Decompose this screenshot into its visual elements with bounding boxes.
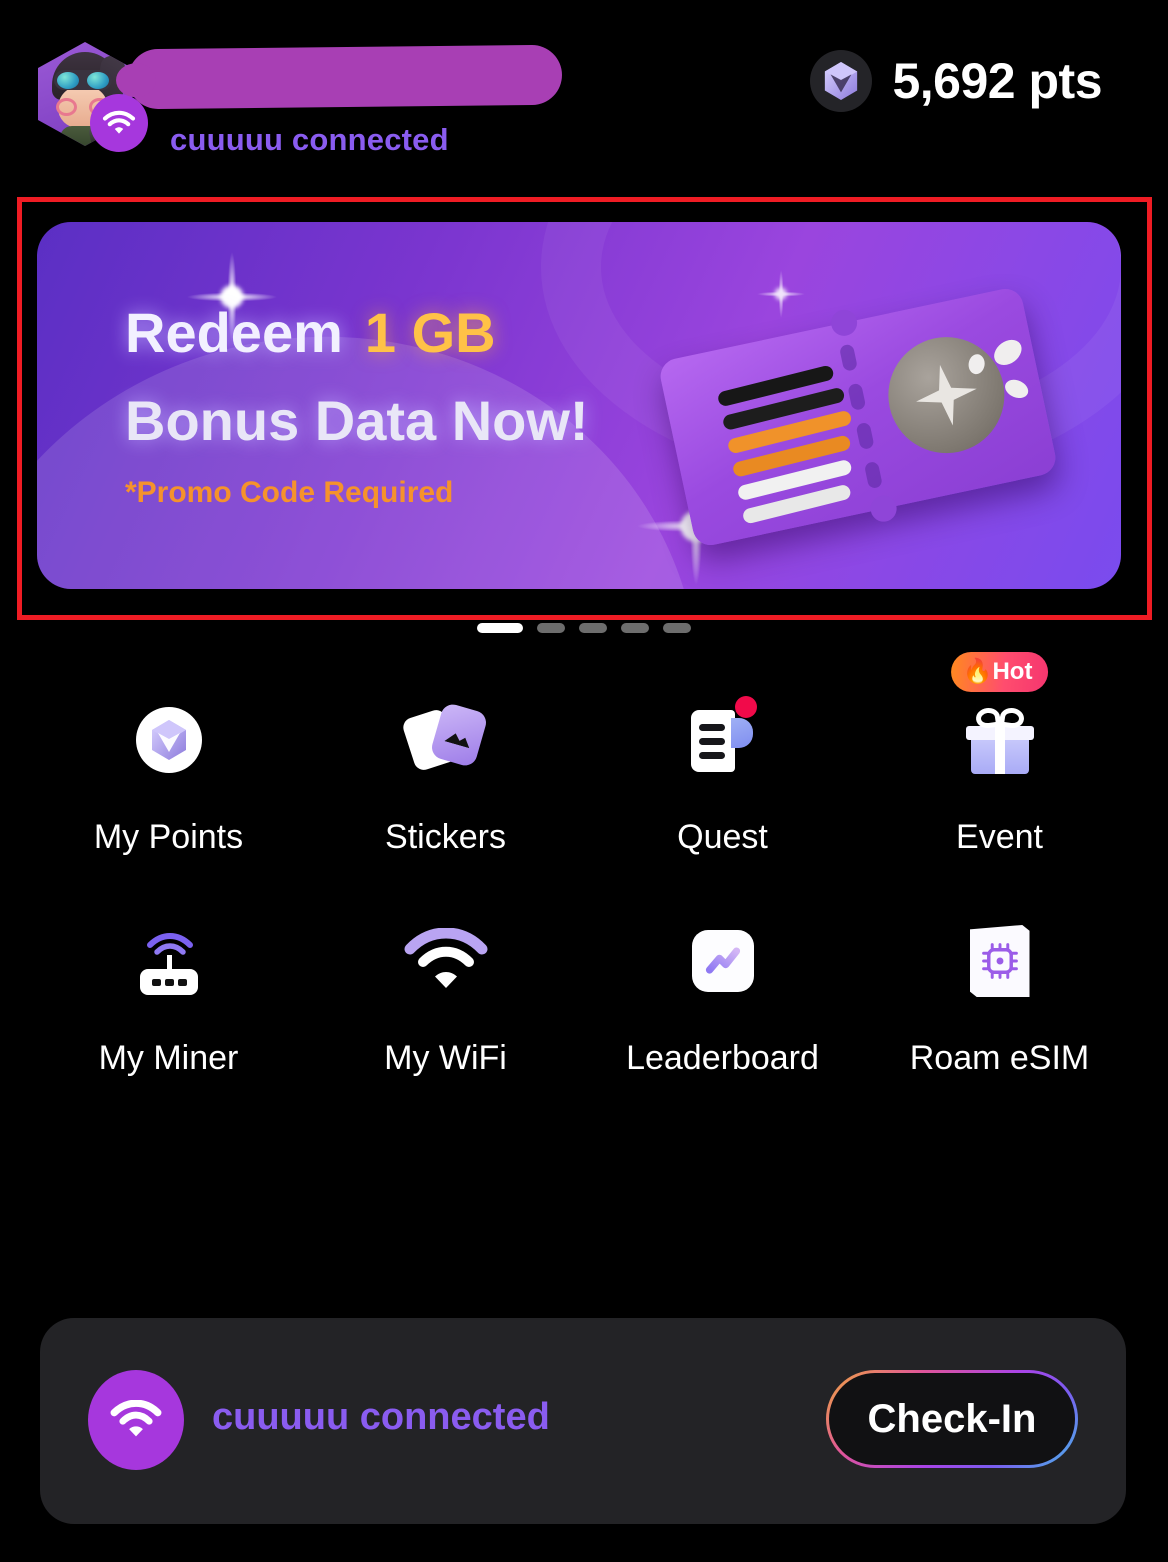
grid-item-label: My Miner <box>98 1039 239 1077</box>
banner-title-prefix: Redeem <box>125 301 343 364</box>
check-in-button[interactable]: Check-In <box>826 1370 1078 1468</box>
grid-item-label: My Points <box>93 818 244 856</box>
carousel-dots[interactable] <box>0 623 1168 633</box>
grid-item-event[interactable]: 🔥Hot Event <box>861 652 1138 857</box>
carousel-dot-2[interactable] <box>537 623 565 633</box>
grid-item-stickers[interactable]: Stickers <box>307 690 584 857</box>
username-redaction <box>127 44 563 110</box>
wifi-icon <box>88 1370 184 1470</box>
points-display[interactable]: 5,692 pts <box>810 50 1102 112</box>
connection-status-text: cuuuuu connected <box>212 1396 550 1438</box>
banner-title-highlight: 1 GB <box>364 301 496 364</box>
points-value: 5,692 pts <box>892 53 1102 109</box>
grid-item-leaderboard[interactable]: Leaderboard <box>584 911 861 1078</box>
grid-item-label: Roam eSIM <box>909 1039 1090 1077</box>
grid-item-label: Leaderboard <box>626 1039 819 1077</box>
check-in-button-label: Check-In <box>829 1373 1075 1465</box>
grid-item-label: Stickers <box>385 818 506 856</box>
grid-item-my-wifi[interactable]: My WiFi <box>307 911 584 1078</box>
feature-grid: My Points Stickers Quest 🔥Hot Event My M… <box>30 652 1138 1078</box>
carousel-dot-4[interactable] <box>621 623 649 633</box>
wifi-icon <box>404 927 488 994</box>
header-status-text: cuuuuu connected <box>170 122 449 157</box>
header: cuuuuu connected 5,692 pts <box>0 0 1168 190</box>
carousel-dot-5[interactable] <box>663 623 691 633</box>
grid-item-label: My WiFi <box>384 1039 507 1077</box>
grid-item-label: Quest <box>677 818 768 856</box>
trend-chart-icon <box>691 930 754 992</box>
sticker-cards-icon <box>400 701 489 777</box>
connection-bar: cuuuuu connected Check-In <box>40 1318 1126 1524</box>
grid-item-quest[interactable]: Quest <box>584 690 861 857</box>
grid-item-my-miner[interactable]: My Miner <box>30 911 307 1078</box>
sparkle-icon <box>757 270 805 318</box>
cube-gem-icon <box>135 707 202 773</box>
router-icon <box>128 923 210 999</box>
grid-item-roam-esim[interactable]: Roam eSIM <box>861 911 1138 1078</box>
hot-badge-label: 🔥Hot <box>962 658 1033 685</box>
app-screen: cuuuuu connected 5,692 pts Redeem 1 GB B… <box>0 0 1168 1562</box>
carousel-dot-1[interactable] <box>477 623 523 633</box>
carousel-dot-3[interactable] <box>579 623 607 633</box>
notification-dot <box>734 696 757 718</box>
gift-box-icon <box>962 704 1038 776</box>
hot-badge: 🔥Hot <box>950 652 1049 692</box>
grid-item-label: Event <box>956 818 1043 856</box>
avatar[interactable] <box>38 42 148 152</box>
sim-chip-icon <box>969 925 1030 997</box>
banner-promo-note: *Promo Code Required <box>125 476 454 510</box>
promo-banner[interactable]: Redeem 1 GB Bonus Data Now! *Promo Code R… <box>37 222 1121 589</box>
cube-gem-icon <box>810 50 873 112</box>
banner-text-block: Redeem 1 GB Bonus Data Now! *Promo Code R… <box>125 300 589 510</box>
banner-title-second-line: Bonus Data Now! <box>125 389 589 453</box>
grid-item-my-points[interactable]: My Points <box>30 690 307 857</box>
